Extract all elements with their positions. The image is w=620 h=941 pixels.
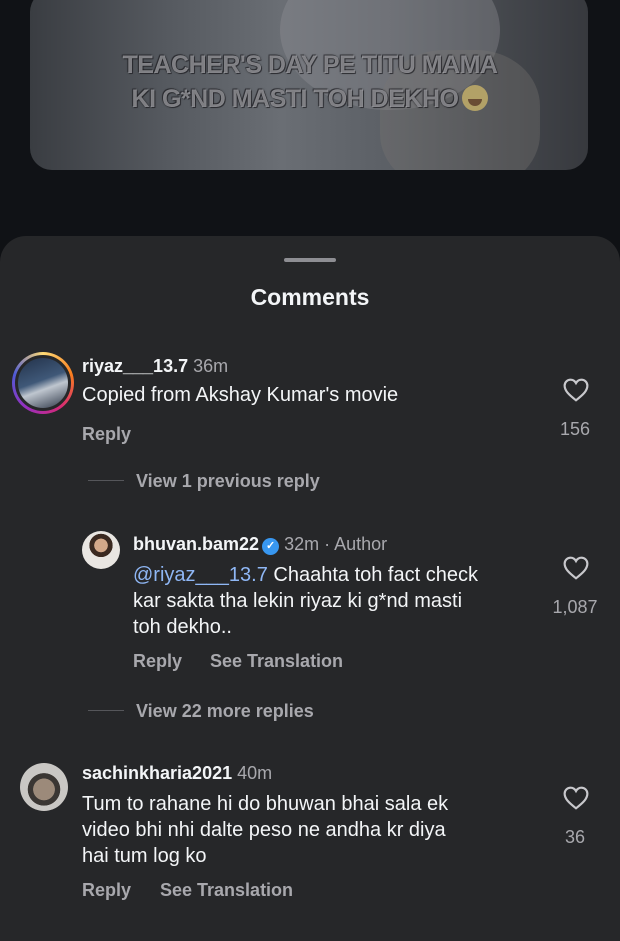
reply-button[interactable]: Reply: [133, 651, 182, 672]
author-tag: · Author: [324, 534, 388, 554]
comment-text-line: video bhi nhi dalte peso ne andha kr diy…: [82, 819, 446, 841]
see-translation-button[interactable]: See Translation: [160, 880, 293, 901]
reply-divider: [88, 710, 124, 711]
video-preview[interactable]: TEACHER'S DAY PE TITU MAMA KI G*ND MASTI…: [0, 0, 620, 240]
view-replies-label[interactable]: View 22 more replies: [136, 701, 314, 721]
avatar-riyaz[interactable]: [12, 352, 74, 414]
video-caption-line-2: KI G*ND MASTI TOH DEKHO: [131, 85, 459, 113]
like-count: 156: [559, 419, 591, 439]
username-text[interactable]: sachinkharia2021: [82, 763, 232, 783]
view-replies-label[interactable]: View 1 previous reply: [136, 471, 320, 491]
view-more-replies-button[interactable]: View 22 more replies: [88, 701, 314, 722]
reply-button[interactable]: Reply: [82, 880, 131, 901]
username-text[interactable]: riyaz___13.7: [82, 356, 188, 376]
drag-handle[interactable]: [284, 258, 336, 262]
video-caption-line-1: TEACHER'S DAY PE TITU MAMA: [122, 51, 498, 79]
comment-username[interactable]: sachinkharia2021 40m: [82, 763, 272, 784]
like-count: 36: [564, 827, 586, 847]
comment-time: 36m: [193, 356, 229, 376]
heart-outline-icon[interactable]: [563, 786, 589, 810]
avatar-bhuvan[interactable]: [82, 531, 120, 569]
comment-text-line: Chaahta toh fact check: [273, 564, 478, 586]
comment-text-line: toh dekho..: [133, 616, 232, 638]
video-caption: TEACHER'S DAY PE TITU MAMA KI G*ND MASTI…: [0, 48, 620, 116]
sheet-title: Comments: [250, 284, 370, 310]
verified-badge-icon: ✓: [262, 538, 280, 555]
comment-username[interactable]: bhuvan.bam22 ✓ 32m · Author: [133, 534, 387, 555]
comment-text-line: hai tum log ko: [82, 845, 207, 867]
like-count: 1,087: [552, 597, 598, 617]
see-translation-button[interactable]: See Translation: [210, 651, 343, 672]
comment-text: Copied from Akshay Kumar's movie: [82, 384, 399, 406]
laughing-emoji-icon: [462, 85, 489, 111]
heart-outline-icon[interactable]: [563, 378, 589, 402]
view-previous-reply-button[interactable]: View 1 previous reply: [88, 471, 320, 492]
avatar-sachin[interactable]: [20, 763, 68, 811]
comment-time: 32m: [284, 534, 320, 554]
comment-text-line: kar sakta tha lekin riyaz ki g*nd masti: [133, 590, 463, 612]
comments-sheet: Comments riyaz___13.7 36m Copied from Ak…: [0, 236, 620, 941]
heart-outline-icon[interactable]: [563, 556, 589, 580]
avatar-image: [15, 355, 71, 411]
comment-time: 40m: [237, 763, 273, 783]
comment-text-line: Tum to rahane hi do bhuwan bhai sala ek: [82, 793, 449, 815]
comment-text: @riyaz___13.7 Chaahta toh fact check kar…: [133, 562, 543, 640]
comment-username[interactable]: riyaz___13.7 36m: [82, 356, 228, 377]
username-text[interactable]: bhuvan.bam22: [133, 534, 259, 554]
reply-button[interactable]: Reply: [82, 424, 131, 445]
reply-divider: [88, 480, 124, 481]
mention-link[interactable]: @riyaz___13.7: [133, 564, 268, 586]
comment-text: Tum to rahane hi do bhuwan bhai sala ek …: [82, 791, 542, 869]
